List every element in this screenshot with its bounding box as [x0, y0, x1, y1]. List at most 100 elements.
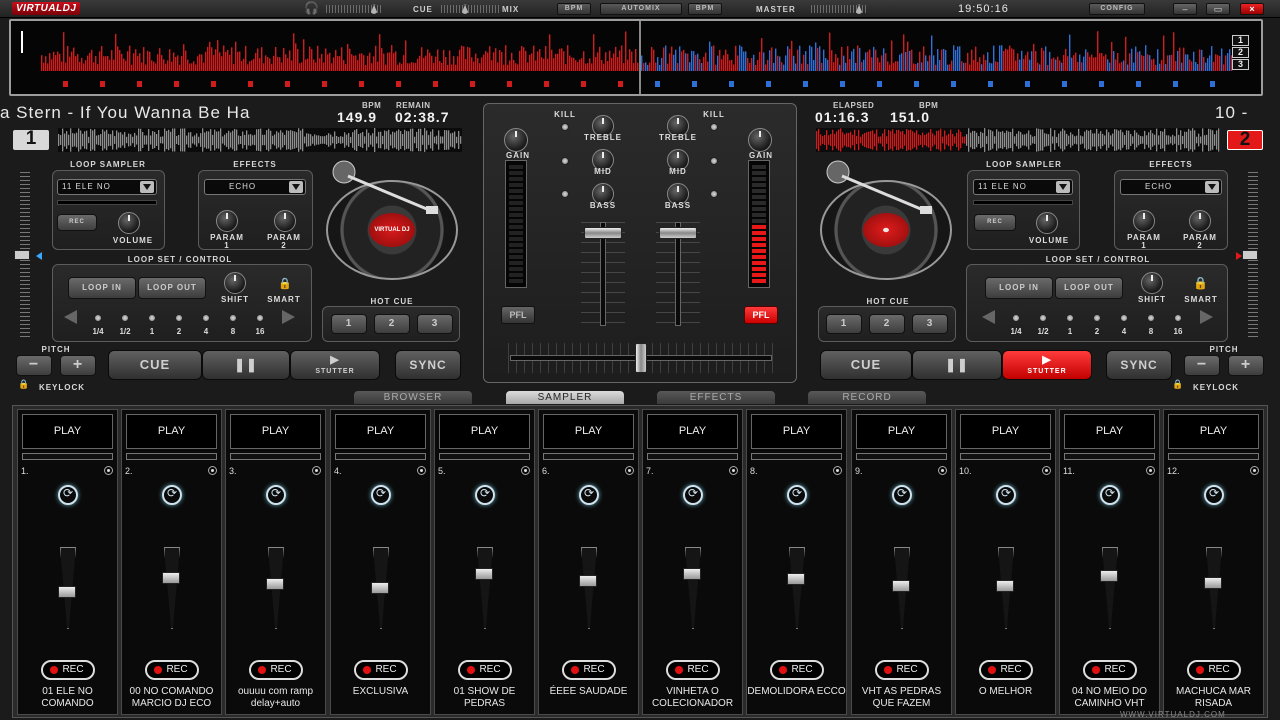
deck2-effect-select[interactable]: ECHO	[1120, 179, 1222, 195]
deck2-pitch-minus-button[interactable]: −	[1184, 355, 1220, 376]
sampler-volume-cap[interactable]	[1100, 570, 1118, 582]
sampler-options-icon[interactable]	[625, 466, 634, 475]
bpm-button-left[interactable]: BPM	[557, 3, 591, 15]
loop-icon[interactable]	[266, 485, 286, 505]
deck2-loop-size-5-led[interactable]	[1147, 314, 1155, 322]
deck1-loop-size-0-led[interactable]	[94, 314, 102, 322]
deck1-shift-knob[interactable]	[224, 272, 246, 294]
sampler-options-icon[interactable]	[1042, 466, 1051, 475]
sampler-rec-button[interactable]: REC	[562, 660, 616, 680]
deck2-sampler-volume-knob[interactable]	[1036, 212, 1058, 234]
sampler-options-icon[interactable]	[312, 466, 321, 475]
kill-treble-left-led[interactable]	[561, 123, 569, 131]
deck2-sampler-select[interactable]: 11 ELE NO	[973, 179, 1073, 195]
sampler-volume-track[interactable]	[1102, 547, 1118, 629]
sampler-volume-cap[interactable]	[475, 568, 493, 580]
loop-icon[interactable]	[1100, 485, 1120, 505]
sampler-rec-button[interactable]: REC	[354, 660, 408, 680]
deck1-keylock-icon[interactable]: 🔒	[18, 379, 29, 390]
deck2-hotcue-1-button[interactable]: 1	[826, 314, 862, 334]
sampler-play-button[interactable]: PLAY	[856, 414, 947, 449]
loop-icon[interactable]	[371, 485, 391, 505]
deck2-loop-size-2-led[interactable]	[1066, 314, 1074, 322]
deck1-loop-size-4-led[interactable]	[202, 314, 210, 322]
deck1-loop-size-5-led[interactable]	[229, 314, 237, 322]
sampler-play-button[interactable]: PLAY	[543, 414, 634, 449]
deck2-loop-size-3-led[interactable]	[1093, 314, 1101, 322]
sampler-options-icon[interactable]	[208, 466, 217, 475]
deck1-loop-size-6-led[interactable]	[256, 314, 264, 322]
channel-fader-left-cap[interactable]	[584, 226, 622, 239]
deck2-loop-prev-icon[interactable]	[982, 310, 995, 324]
overview-waveform[interactable]	[9, 19, 1263, 96]
deck2-pitch-cap[interactable]	[1242, 250, 1258, 260]
sampler-options-icon[interactable]	[417, 466, 426, 475]
config-button[interactable]: CONFIG	[1089, 3, 1145, 15]
deck1-stutter-button[interactable]: ▶ STUTTER	[290, 350, 380, 380]
automix-button[interactable]: AUTOMIX	[600, 3, 682, 15]
sampler-rec-button[interactable]: REC	[666, 660, 720, 680]
deck1-loop-size-1-led[interactable]	[121, 314, 129, 322]
sampler-volume-cap[interactable]	[683, 568, 701, 580]
sampler-play-button[interactable]: PLAY	[22, 414, 113, 449]
pfl-right-button[interactable]: PFL	[744, 306, 778, 324]
deck1-hotcue-3-button[interactable]: 3	[417, 314, 453, 334]
sampler-options-icon[interactable]	[1250, 466, 1259, 475]
overview-deck-3-button[interactable]: 3	[1232, 59, 1249, 70]
loop-icon[interactable]	[683, 485, 703, 505]
overview-deck-2-button[interactable]: 2	[1232, 47, 1249, 58]
sampler-play-button[interactable]: PLAY	[126, 414, 217, 449]
sampler-rec-button[interactable]: REC	[875, 660, 929, 680]
deck1-loop-in-button[interactable]: LOOP IN	[68, 277, 136, 299]
deck1-pause-button[interactable]: ❚❚	[202, 350, 290, 380]
sampler-options-icon[interactable]	[938, 466, 947, 475]
mixer-gain-left-knob[interactable]	[504, 128, 528, 152]
sampler-volume-cap[interactable]	[162, 572, 180, 584]
pfl-left-button[interactable]: PFL	[501, 306, 535, 324]
deck2-hotcue-2-button[interactable]: 2	[869, 314, 905, 334]
deck2-pitch-plus-button[interactable]: +	[1228, 355, 1264, 376]
deck1-cue-button[interactable]: CUE	[108, 350, 202, 380]
kill-mid-left-led[interactable]	[561, 157, 569, 165]
sampler-rec-button[interactable]: REC	[41, 660, 95, 680]
sampler-play-button[interactable]: PLAY	[1168, 414, 1259, 449]
loop-icon[interactable]	[787, 485, 807, 505]
deck2-loop-size-1-led[interactable]	[1039, 314, 1047, 322]
deck1-loop-prev-icon[interactable]	[64, 310, 77, 324]
tab-sampler[interactable]: SAMPLER	[506, 391, 624, 404]
loop-icon[interactable]	[579, 485, 599, 505]
overview-deck-1-button[interactable]: 1	[1232, 35, 1249, 46]
sampler-rec-button[interactable]: REC	[770, 660, 824, 680]
deck2-loop-out-button[interactable]: LOOP OUT	[1055, 277, 1123, 299]
sampler-play-button[interactable]: PLAY	[230, 414, 321, 449]
deck2-loop-next-icon[interactable]	[1200, 310, 1213, 324]
master-volume-slider[interactable]	[811, 4, 867, 14]
deck1-sampler-rec-button[interactable]: REC	[57, 214, 97, 231]
deck2-loop-size-0-led[interactable]	[1012, 314, 1020, 322]
sampler-volume-track[interactable]	[789, 547, 805, 629]
sampler-options-icon[interactable]	[729, 466, 738, 475]
deck1-pitch-minus-button[interactable]: −	[16, 355, 52, 376]
cue-mix-slider[interactable]	[441, 4, 499, 14]
deck2-hotcue-3-button[interactable]: 3	[912, 314, 948, 334]
deck2-loop-size-6-led[interactable]	[1174, 314, 1182, 322]
deck1-sampler-volume-knob[interactable]	[118, 212, 140, 234]
deck1-mini-waveform[interactable]	[58, 128, 462, 152]
sampler-volume-cap[interactable]	[892, 580, 910, 592]
deck2-pause-button[interactable]: ❚❚	[912, 350, 1002, 380]
sampler-options-icon[interactable]	[521, 466, 530, 475]
deck2-shift-knob[interactable]	[1141, 272, 1163, 294]
sampler-play-button[interactable]: PLAY	[960, 414, 1051, 449]
deck1-loop-size-3-led[interactable]	[175, 314, 183, 322]
sampler-play-button[interactable]: PLAY	[1064, 414, 1155, 449]
sampler-options-icon[interactable]	[104, 466, 113, 475]
sampler-rec-button[interactable]: REC	[979, 660, 1033, 680]
kill-mid-right-led[interactable]	[710, 157, 718, 165]
deck1-loop-out-button[interactable]: LOOP OUT	[138, 277, 206, 299]
deck1-param2-knob[interactable]	[274, 210, 296, 232]
deck2-loop-size-4-led[interactable]	[1120, 314, 1128, 322]
kill-treble-right-led[interactable]	[710, 123, 718, 131]
sampler-volume-cap[interactable]	[579, 575, 597, 587]
deck2-mini-waveform[interactable]	[816, 128, 1220, 152]
sampler-volume-cap[interactable]	[996, 580, 1014, 592]
